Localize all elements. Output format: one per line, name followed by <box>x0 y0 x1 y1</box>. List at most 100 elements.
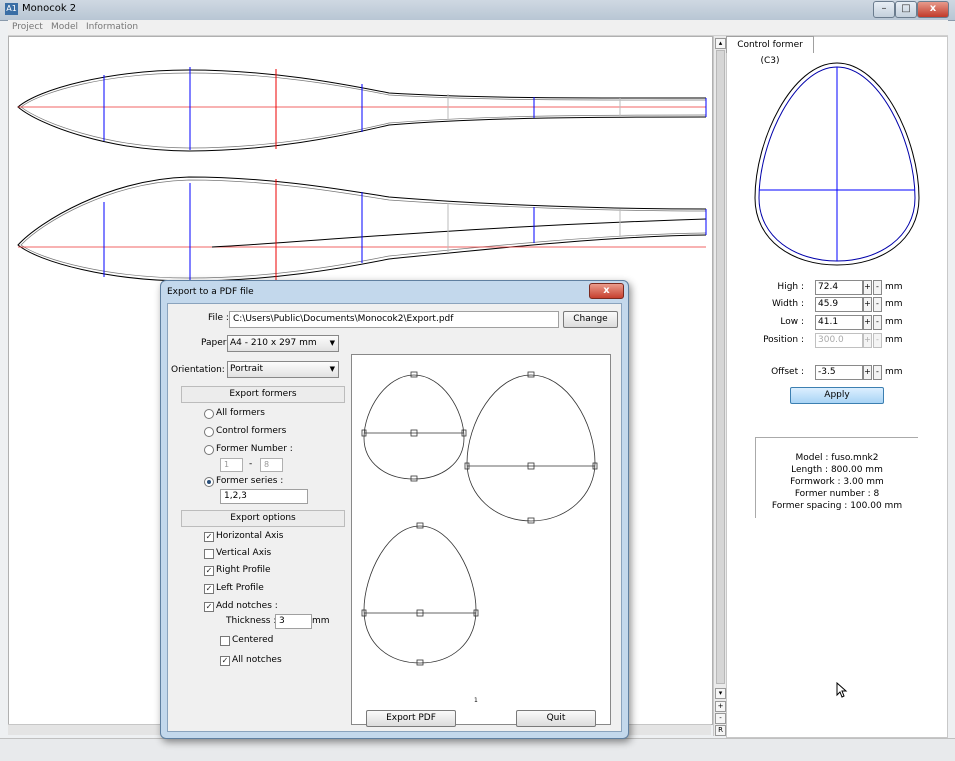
high-plus-button[interactable]: + <box>863 280 872 295</box>
former-number-to-input: 8 <box>260 458 283 472</box>
info-former-number: Former number : 8 <box>794 489 880 499</box>
close-window-button[interactable]: x <box>917 1 949 18</box>
menu-information[interactable]: Information <box>86 22 138 32</box>
former-series-radio[interactable] <box>204 477 214 487</box>
position-input: 300.0 <box>815 333 863 348</box>
position-minus-button: - <box>873 333 882 348</box>
centered-checkbox[interactable] <box>220 636 230 646</box>
minimize-button[interactable]: – <box>873 1 895 18</box>
vertical-scrollbar[interactable]: ▴ ▾ + - R <box>713 36 726 736</box>
offset-minus-button[interactable]: - <box>873 365 882 380</box>
right-profile-label: Right Profile <box>216 565 271 575</box>
info-former-spacing: Former spacing : 100.00 mm <box>771 501 903 511</box>
fuselage-side-view <box>17 176 707 282</box>
high-input[interactable]: 72.4 <box>815 280 863 295</box>
mouse-cursor-icon <box>836 682 848 698</box>
model-info: Model : fuso.mnk2 Length : 800.00 mm For… <box>755 437 918 518</box>
title-bar: A1 Monocok 2 – □ x <box>0 0 955 21</box>
chevron-down-icon: ▼ <box>329 339 335 347</box>
position-unit: mm <box>885 335 903 345</box>
export-pdf-button[interactable]: Export PDF <box>366 710 456 727</box>
high-label: High : <box>777 282 804 292</box>
offset-unit: mm <box>885 367 903 377</box>
export-pdf-dialog: Export to a PDF file x File : C:\Users\P… <box>160 280 629 739</box>
thickness-unit: mm <box>312 616 330 626</box>
preview-former-2 <box>464 371 598 524</box>
pdf-preview: 1 <box>351 354 611 725</box>
width-minus-button[interactable]: - <box>873 297 882 312</box>
info-formwork: Formwork : 3.00 mm <box>790 477 884 487</box>
vertical-axis-checkbox[interactable] <box>204 549 214 559</box>
export-formers-header: Export formers <box>181 386 345 403</box>
dialog-close-button[interactable]: x <box>589 283 624 299</box>
low-label: Low : <box>780 317 804 327</box>
position-label: Position : <box>763 335 804 345</box>
fuselage-top-view <box>17 67 707 152</box>
add-notches-label: Add notches : <box>216 601 278 611</box>
zoom-out-button[interactable]: - <box>715 713 726 724</box>
vertical-axis-label: Vertical Axis <box>216 548 272 558</box>
offset-input[interactable]: -3.5 <box>815 365 863 380</box>
low-input[interactable]: 41.1 <box>815 315 863 330</box>
former-section-drawing <box>754 62 920 266</box>
width-unit: mm <box>885 299 903 309</box>
paper-value: A4 - 210 x 297 mm <box>230 338 317 348</box>
former-number-radio[interactable] <box>204 445 214 455</box>
apply-button[interactable]: Apply <box>790 387 884 404</box>
former-preview-drawing <box>361 371 598 666</box>
add-notches-checkbox[interactable]: ✓ <box>204 602 214 612</box>
control-formers-radio[interactable] <box>204 427 214 437</box>
left-profile-label: Left Profile <box>216 583 264 593</box>
former-number-from-input: 1 <box>220 458 243 472</box>
menu-project[interactable]: Project <box>12 22 43 32</box>
orientation-label: Orientation: <box>171 365 225 375</box>
scroll-down-button[interactable]: ▾ <box>715 688 726 699</box>
menu-model[interactable]: Model <box>51 22 78 32</box>
low-plus-button[interactable]: + <box>863 315 872 330</box>
offset-label: Offset : <box>771 367 804 377</box>
all-notches-checkbox[interactable]: ✓ <box>220 656 230 666</box>
page-number: 1 <box>474 697 478 704</box>
high-unit: mm <box>885 282 903 292</box>
horizontal-axis-checkbox[interactable]: ✓ <box>204 532 214 542</box>
zoom-in-button[interactable]: + <box>715 701 726 712</box>
width-plus-button[interactable]: + <box>863 297 872 312</box>
all-formers-radio[interactable] <box>204 409 214 419</box>
centered-label: Centered <box>232 635 274 645</box>
thickness-input[interactable]: 3 <box>275 614 312 629</box>
preview-former-1 <box>361 371 467 482</box>
file-path-input[interactable]: C:\Users\Public\Documents\Monocok2\Expor… <box>229 311 559 328</box>
info-length: Length : 800.00 mm <box>791 465 883 475</box>
width-input[interactable]: 45.9 <box>815 297 863 312</box>
high-minus-button[interactable]: - <box>873 280 882 295</box>
preview-former-3 <box>361 522 479 666</box>
maximize-button[interactable]: □ <box>895 1 917 18</box>
position-plus-button: + <box>863 333 872 348</box>
thickness-label: Thickness : <box>226 616 277 626</box>
left-profile-checkbox[interactable]: ✓ <box>204 584 214 594</box>
status-bar <box>0 738 955 761</box>
former-number-dash: - <box>249 459 253 469</box>
offset-plus-button[interactable]: + <box>863 365 872 380</box>
chevron-down-icon: ▼ <box>329 365 335 373</box>
quit-button[interactable]: Quit <box>516 710 596 727</box>
dialog-body: File : C:\Users\Public\Documents\Monocok… <box>167 303 622 732</box>
tab-control-former[interactable]: Control former (C3) <box>726 36 814 66</box>
zoom-reset-button[interactable]: R <box>715 725 726 736</box>
app-icon: A1 <box>5 3 18 15</box>
former-series-input[interactable]: 1,2,3 <box>220 489 308 504</box>
width-label: Width : <box>771 299 804 309</box>
orientation-select[interactable]: Portrait ▼ <box>227 361 339 378</box>
export-options-header: Export options <box>181 510 345 527</box>
low-minus-button[interactable]: - <box>873 315 882 330</box>
paper-select[interactable]: A4 - 210 x 297 mm ▼ <box>227 335 339 352</box>
menu-bar: Project Model Information <box>8 20 948 36</box>
dialog-title: Export to a PDF file <box>167 287 254 297</box>
change-button[interactable]: Change <box>563 311 618 328</box>
all-formers-label: All formers <box>216 408 265 418</box>
right-profile-checkbox[interactable]: ✓ <box>204 566 214 576</box>
orientation-value: Portrait <box>230 364 264 374</box>
former-number-label: Former Number : <box>216 444 293 454</box>
scroll-up-button[interactable]: ▴ <box>715 38 726 49</box>
low-unit: mm <box>885 317 903 327</box>
